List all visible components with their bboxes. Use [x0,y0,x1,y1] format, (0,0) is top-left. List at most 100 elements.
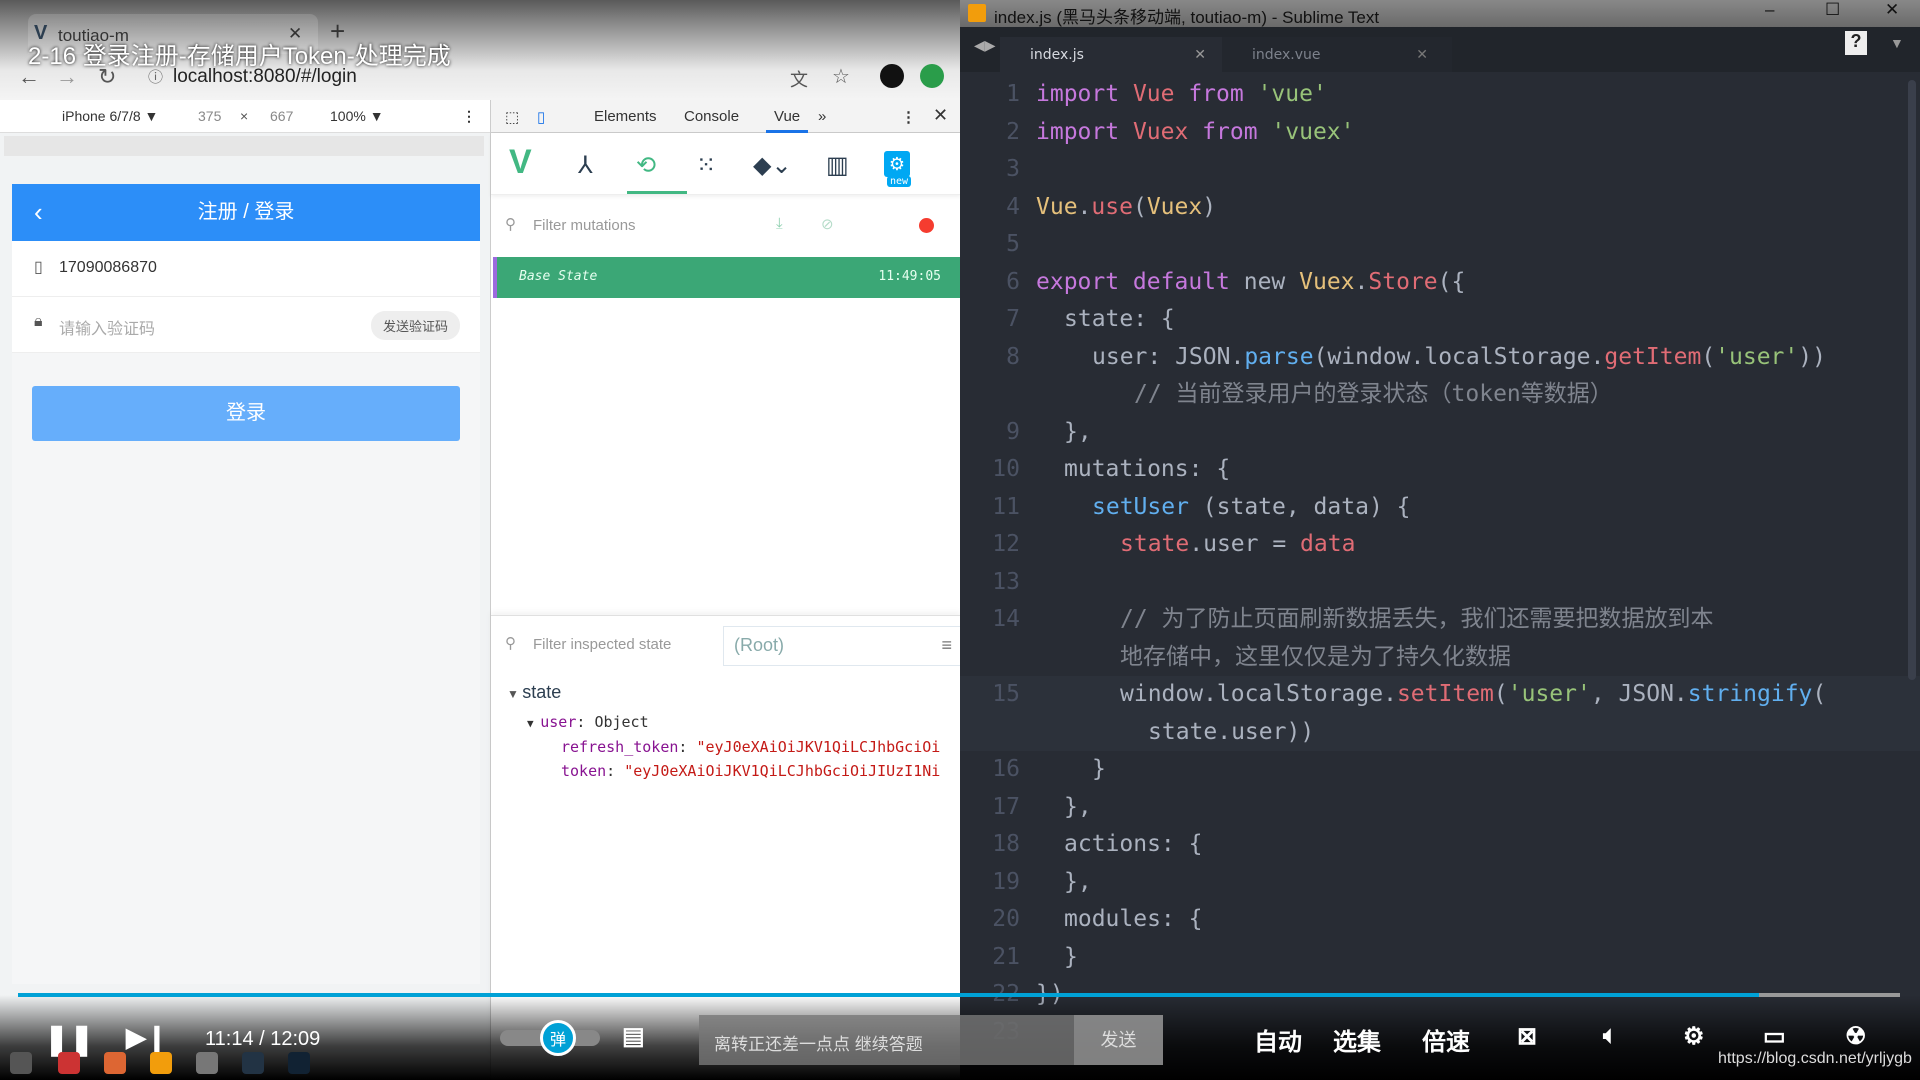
chrome-taskbar-icon[interactable] [104,1052,126,1074]
device-toggle-icon[interactable]: ▯ [537,108,545,126]
code-line[interactable]: 10 mutations: { [960,451,1920,489]
back-arrow-icon[interactable]: ‹ [34,184,43,241]
code-line[interactable]: 6 export default new Vuex.Store({ [960,264,1920,302]
expand-arrow-icon[interactable]: ▼ [527,717,540,730]
windows-start-icon[interactable] [10,1052,32,1074]
app-taskbar-icon[interactable] [242,1052,264,1074]
events-icon[interactable]: ⁙ [696,151,716,180]
close-devtools-icon[interactable]: ✕ [933,105,948,126]
extension-icon[interactable] [880,64,904,88]
tab-index-js[interactable]: index.js ✕ [1000,37,1230,72]
device-width[interactable]: 375 [198,108,221,124]
code-line[interactable]: 13 [960,564,1920,602]
code-line[interactable]: 20 modules: { [960,901,1920,939]
more-tabs-icon[interactable]: » [818,108,826,125]
code-line[interactable]: 18 actions: { [960,826,1920,864]
send-code-button[interactable]: 发送验证码 [370,311,460,340]
tab-nav-arrows-icon[interactable]: ◀▶ [974,37,996,54]
app-taskbar-icon[interactable] [196,1052,218,1074]
clear-icon[interactable]: ⊘ [821,215,834,233]
code-line[interactable]: 7 state: { [960,301,1920,339]
filter-mutations-input[interactable]: Filter mutations [533,217,636,234]
fullscreen-icon[interactable]: ☢︎ [1845,1022,1867,1051]
code-line[interactable]: 19}, [960,864,1920,902]
tab-elements[interactable]: Elements [594,108,657,125]
episodes-button[interactable]: 选集 [1333,1022,1381,1057]
state-node[interactable]: ▼ state [507,682,561,703]
phone-field[interactable]: ▯ 17090086870 [12,241,480,297]
token-row[interactable]: token: "eyJ0eXAiOiJKV1QiLCJhbGciOiJIUzI1… [561,762,940,780]
autoplay-button[interactable]: 自动 [1254,1022,1302,1057]
code-line[interactable]: 地存储中，这里仅仅是为了持久化数据 [960,639,1920,677]
components-icon[interactable]: ⅄ [578,151,593,180]
extension-icon[interactable] [920,64,944,88]
devtools-menu-icon[interactable]: ⋮ [901,108,916,126]
code-line[interactable]: 8 user: JSON.parse(window.localStorage.ge… [960,339,1920,377]
web-fullscreen-icon[interactable]: ▭ [1763,1022,1786,1051]
close-icon[interactable]: ✕ [1885,0,1899,20]
translate-icon[interactable]: 文 [790,66,808,92]
code-line[interactable]: 12 state.user = data [960,526,1920,564]
sublime-taskbar-icon[interactable] [150,1052,172,1074]
close-tab-icon[interactable]: ✕ [1416,47,1428,63]
code-line[interactable]: 1 import Vue from 'vue' [960,76,1920,114]
danmaku-settings-icon[interactable]: ▤ [622,1022,645,1051]
minimize-icon[interactable]: – [1765,0,1774,20]
settings-icon[interactable]: ⚙ [884,151,910,177]
help-icon[interactable]: ? [1845,31,1867,55]
code-line[interactable]: state.user)) [960,713,1920,751]
router-icon[interactable]: ◆⌄ [753,151,792,180]
code-line[interactable]: 4 Vue.use(Vuex) [960,189,1920,227]
download-icon[interactable]: ⤓ [776,215,783,232]
record-icon[interactable] [919,218,934,233]
code-field[interactable]: 🔒︎ 请输入验证码 发送验证码 [12,297,480,353]
danmaku-send-button[interactable]: 发送 [1074,1015,1163,1065]
user-node[interactable]: ▼ user: Object [527,713,649,731]
filter-state-input[interactable]: Filter inspected state [533,636,671,653]
tab-console[interactable]: Console [684,108,739,125]
settings-icon[interactable]: ⚙ [1683,1022,1705,1051]
tab-vue[interactable]: Vue [766,108,809,133]
refresh-token-row[interactable]: refresh_token: "eyJ0eXAiOiJKV1QiLCJhbGci… [561,738,940,756]
code-line[interactable]: 21} [960,939,1920,977]
filter-icon[interactable]: ≡ [941,635,952,656]
scrollbar[interactable] [1908,80,1916,680]
close-tab-icon[interactable]: ✕ [1194,47,1206,63]
code-line[interactable]: 2 import Vuex from 'vuex' [960,114,1920,152]
progress-bar[interactable] [18,993,1900,997]
device-select[interactable]: iPhone 6/7/8 ▼ [62,108,158,124]
danmaku-input[interactable]: 离转正还差一点点 继续答题 [699,1015,1074,1065]
code-line[interactable]: // 当前登录用户的登录状态（token等数据） [960,376,1920,414]
phone-input[interactable]: 17090086870 [59,259,157,277]
subtitle-off-icon[interactable]: ⊠ [1517,1022,1537,1051]
code-line[interactable]: 3 [960,151,1920,189]
code-line[interactable]: 5 [960,226,1920,264]
tab-index-vue[interactable]: index.vue ✕ [1222,37,1452,72]
expand-arrow-icon[interactable]: ▼ [507,687,522,701]
code-line[interactable]: 14 // 为了防止页面刷新数据丢失，我们还需要把数据放到本 [960,601,1920,639]
code-line[interactable]: 11 setUser (state, data) { [960,489,1920,527]
code-line[interactable]: 9}, [960,414,1920,452]
code-line[interactable]: 16} [960,751,1920,789]
speed-button[interactable]: 倍速 [1422,1022,1470,1057]
vuex-history-icon[interactable]: ⟲ [636,151,656,180]
root-select[interactable]: (Root) ≡ [723,626,961,666]
bookmark-star-icon[interactable]: ☆ [832,64,850,89]
performance-icon[interactable]: ▥ [826,151,849,180]
filter-mutations[interactable]: ⚲ Filter mutations ⤓ ⊘ [491,205,961,245]
chrome-taskbar-icon[interactable] [58,1052,80,1074]
photoshop-taskbar-icon[interactable] [288,1052,310,1074]
code-line[interactable]: 17}, [960,789,1920,827]
inspect-element-icon[interactable]: ⬚ [505,108,519,126]
maximize-icon[interactable]: ☐ [1825,0,1840,20]
login-button[interactable]: 登录 [32,386,460,441]
code-line[interactable]: 15 window.localStorage.setItem('user', JS… [960,676,1920,714]
volume-icon[interactable]: 🔈︎ [1603,1022,1617,1050]
next-icon[interactable]: ▶❙ [126,1022,168,1053]
zoom-select[interactable]: 100% ▼ [330,108,384,124]
more-icon[interactable]: ⋮ [462,108,476,125]
danmaku-toggle[interactable]: 弹 [500,1020,600,1056]
base-state-row[interactable]: Base State 11:49:05 [493,257,961,298]
code-editor[interactable]: 1 import Vue from 'vue' 2 import Vuex from … [960,76,1920,1051]
device-height[interactable]: 667 [270,108,293,124]
